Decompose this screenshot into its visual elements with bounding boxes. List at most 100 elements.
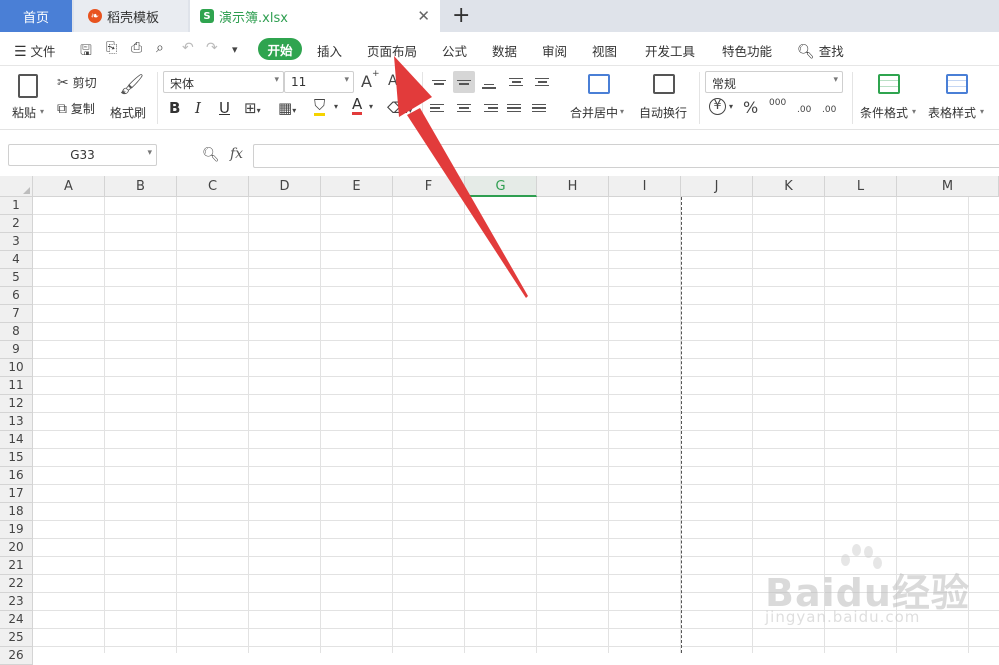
font-color-button[interactable]: A xyxy=(352,97,363,115)
column-header-g[interactable]: G xyxy=(465,176,537,197)
decrease-decimal-button[interactable]: .00 xyxy=(822,105,836,115)
zoom-icon[interactable]: 🔍︎ xyxy=(202,147,220,163)
distributed-align-icon[interactable] xyxy=(528,97,550,119)
row-header-7[interactable]: 7 xyxy=(0,305,33,323)
row-header-24[interactable]: 24 xyxy=(0,611,33,629)
row-header-4[interactable]: 4 xyxy=(0,251,33,269)
row-header-19[interactable]: 19 xyxy=(0,521,33,539)
row-header-11[interactable]: 11 xyxy=(0,377,33,395)
tab-review[interactable]: 审阅 xyxy=(542,41,567,60)
row-header-15[interactable]: 15 xyxy=(0,449,33,467)
copy-button[interactable]: ⧉ 复制 xyxy=(57,100,95,117)
row-header-12[interactable]: 12 xyxy=(0,395,33,413)
fill-color-icon[interactable]: ⛉ xyxy=(314,98,326,116)
cut-button[interactable]: ✂ 剪切 xyxy=(57,74,97,91)
column-header-h[interactable]: H xyxy=(537,176,609,197)
tab-insert[interactable]: 插入 xyxy=(317,41,342,60)
align-center-icon[interactable] xyxy=(453,97,475,119)
conditional-format-button[interactable]: 条件格式 ▾ xyxy=(858,70,920,124)
align-left-icon[interactable] xyxy=(428,97,450,119)
tab-data[interactable]: 数据 xyxy=(492,41,517,60)
row-header-9[interactable]: 9 xyxy=(0,341,33,359)
row-header-21[interactable]: 21 xyxy=(0,557,33,575)
row-header-20[interactable]: 20 xyxy=(0,539,33,557)
row-header-18[interactable]: 18 xyxy=(0,503,33,521)
column-header-c[interactable]: C xyxy=(177,176,249,197)
tab-workbook[interactable]: S 演示簿.xlsx ✕ xyxy=(190,0,440,32)
row-header-8[interactable]: 8 xyxy=(0,323,33,341)
customize-toolbar-icon[interactable]: ▾ xyxy=(232,43,238,56)
new-tab-icon[interactable]: + xyxy=(452,3,470,28)
row-header-23[interactable]: 23 xyxy=(0,593,33,611)
tab-formulas[interactable]: 公式 xyxy=(442,41,467,60)
print-preview-icon[interactable]: ⌕ xyxy=(156,40,164,56)
number-format-select[interactable]: 常规 ▾ xyxy=(705,71,843,93)
fill-pattern-icon[interactable]: ▦▾ xyxy=(278,99,296,117)
row-header-17[interactable]: 17 xyxy=(0,485,33,503)
increase-indent-icon[interactable] xyxy=(531,71,553,93)
underline-button[interactable]: U xyxy=(219,99,230,117)
share-icon[interactable]: ⎘ xyxy=(106,40,117,56)
increase-decimal-button[interactable]: .00 xyxy=(797,105,811,115)
currency-dropdown-icon[interactable]: ▾ xyxy=(729,102,733,111)
fill-color-dropdown-icon[interactable]: ▾ xyxy=(334,102,338,111)
column-header-j[interactable]: J xyxy=(681,176,753,197)
save-icon[interactable]: 🖫 xyxy=(80,40,92,64)
wrap-text-button[interactable]: 自动换行 xyxy=(637,70,693,124)
insert-function-button[interactable]: fx xyxy=(230,146,243,162)
tab-home[interactable]: 首页 xyxy=(0,0,72,32)
row-header-2[interactable]: 2 xyxy=(0,215,33,233)
row-header-6[interactable]: 6 xyxy=(0,287,33,305)
percent-button[interactable]: % xyxy=(743,98,758,117)
column-header-i[interactable]: I xyxy=(609,176,681,197)
decrease-font-icon[interactable]: A xyxy=(388,73,398,89)
column-header-k[interactable]: K xyxy=(753,176,825,197)
merge-center-button[interactable]: 合并居中 ▾ xyxy=(568,70,628,124)
print-icon[interactable]: ⎙ xyxy=(131,40,142,56)
italic-button[interactable]: I xyxy=(195,99,201,117)
font-size-select[interactable]: 11 ▾ xyxy=(284,71,354,93)
eraser-icon[interactable]: ⌫▾ xyxy=(387,99,412,117)
redo-icon[interactable]: ↷ xyxy=(206,40,218,56)
tab-daoke-template[interactable]: ❧ 稻壳模板 xyxy=(74,0,188,32)
column-header-a[interactable]: A xyxy=(33,176,105,197)
column-header-b[interactable]: B xyxy=(105,176,177,197)
column-header-f[interactable]: F xyxy=(393,176,465,197)
tab-start[interactable]: 开始 xyxy=(258,38,302,60)
row-header-1[interactable]: 1 xyxy=(0,197,33,215)
format-painter-button[interactable]: 🖌︎ 格式刷 xyxy=(108,70,152,124)
tab-view[interactable]: 视图 xyxy=(592,41,617,60)
row-header-3[interactable]: 3 xyxy=(0,233,33,251)
thousands-separator-button[interactable]: 000 xyxy=(769,98,786,108)
name-box[interactable]: G33 ▾ xyxy=(8,144,157,166)
row-header-22[interactable]: 22 xyxy=(0,575,33,593)
undo-icon[interactable]: ↶ xyxy=(182,40,194,56)
increase-font-icon[interactable]: A xyxy=(361,72,372,91)
tab-page-layout[interactable]: 页面布局 xyxy=(367,41,417,60)
column-header-d[interactable]: D xyxy=(249,176,321,197)
decrease-indent-icon[interactable] xyxy=(505,71,527,93)
paste-button[interactable]: 粘贴 ▾ xyxy=(10,70,50,124)
bold-button[interactable]: B xyxy=(169,99,180,117)
row-header-25[interactable]: 25 xyxy=(0,629,33,647)
select-all-corner[interactable] xyxy=(0,176,33,197)
tab-developer[interactable]: 开发工具 xyxy=(645,41,695,60)
column-header-l[interactable]: L xyxy=(825,176,897,197)
borders-icon[interactable]: ⊞▾ xyxy=(244,99,261,117)
file-menu[interactable]: ☰ 文件 xyxy=(14,41,56,60)
row-header-13[interactable]: 13 xyxy=(0,413,33,431)
row-header-10[interactable]: 10 xyxy=(0,359,33,377)
currency-icon[interactable]: ¥ xyxy=(709,98,726,115)
tab-special-features[interactable]: 特色功能 xyxy=(722,41,772,60)
font-color-dropdown-icon[interactable]: ▾ xyxy=(369,102,373,111)
row-header-26[interactable]: 26 xyxy=(0,647,33,665)
align-top-icon[interactable] xyxy=(428,71,450,93)
column-header-e[interactable]: E xyxy=(321,176,393,197)
align-middle-icon[interactable] xyxy=(453,71,475,93)
align-bottom-icon[interactable] xyxy=(478,75,500,97)
column-header-m[interactable]: M xyxy=(897,176,999,197)
table-style-button[interactable]: 表格样式 ▾ xyxy=(926,70,988,124)
justify-icon[interactable] xyxy=(503,97,525,119)
formula-input[interactable] xyxy=(253,144,999,168)
align-right-icon[interactable] xyxy=(478,97,500,119)
